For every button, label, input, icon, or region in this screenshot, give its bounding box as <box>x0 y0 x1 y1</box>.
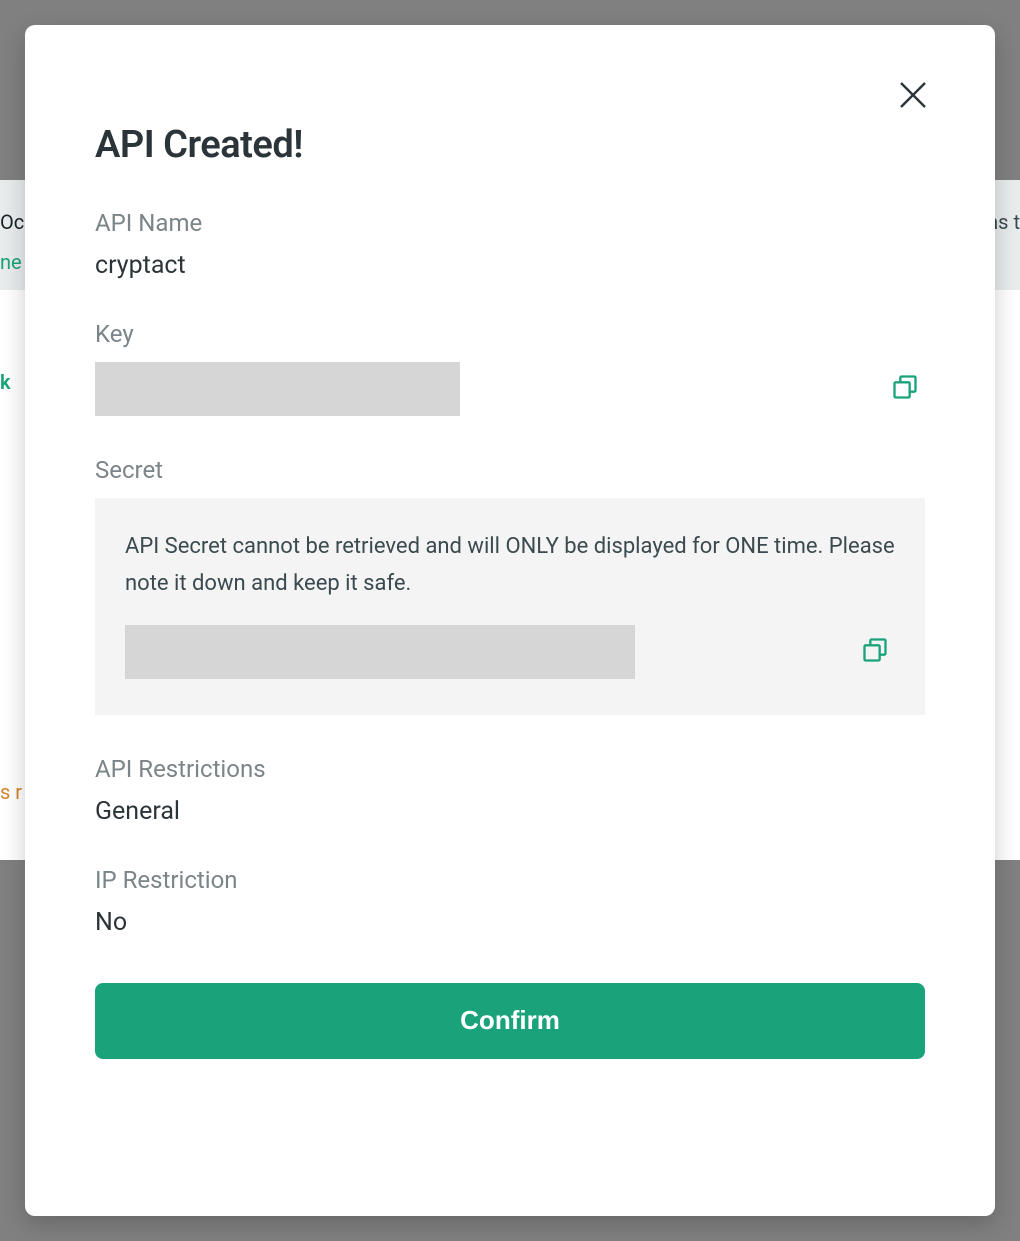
bg-text-fragment: ne <box>0 250 22 274</box>
copy-icon <box>891 373 919 405</box>
close-icon <box>895 77 931 117</box>
api-restrictions-value: General <box>95 797 925 826</box>
api-restrictions-label: API Restrictions <box>95 755 925 783</box>
confirm-button-label: Confirm <box>460 1005 560 1036</box>
secret-warning-text: API Secret cannot be retrieved and will … <box>125 528 895 603</box>
bg-text-fragment: k <box>0 370 11 394</box>
modal-title: API Created! <box>95 123 925 167</box>
ip-restriction-value: No <box>95 908 925 937</box>
copy-key-button[interactable] <box>885 369 925 409</box>
key-value-redacted <box>95 362 460 416</box>
api-name-value: cryptact <box>95 251 925 280</box>
key-row <box>95 362 925 416</box>
close-button[interactable] <box>889 73 937 121</box>
key-label: Key <box>95 320 925 348</box>
api-name-label: API Name <box>95 209 925 237</box>
api-name-section: API Name cryptact <box>95 209 925 280</box>
bg-text-fragment: s r <box>0 780 22 804</box>
confirm-button[interactable]: Confirm <box>95 983 925 1059</box>
secret-section: Secret API Secret cannot be retrieved an… <box>95 456 925 715</box>
secret-row <box>125 625 895 679</box>
bg-text-fragment: Oc <box>0 210 24 234</box>
secret-label: Secret <box>95 456 925 484</box>
secret-panel: API Secret cannot be retrieved and will … <box>95 498 925 715</box>
copy-secret-button[interactable] <box>855 632 895 672</box>
secret-value-redacted <box>125 625 635 679</box>
ip-restriction-label: IP Restriction <box>95 866 925 894</box>
copy-icon <box>861 636 889 668</box>
key-section: Key <box>95 320 925 416</box>
api-restrictions-section: API Restrictions General <box>95 755 925 826</box>
api-created-modal: API Created! API Name cryptact Key Secre… <box>25 25 995 1216</box>
ip-restriction-section: IP Restriction No <box>95 866 925 937</box>
